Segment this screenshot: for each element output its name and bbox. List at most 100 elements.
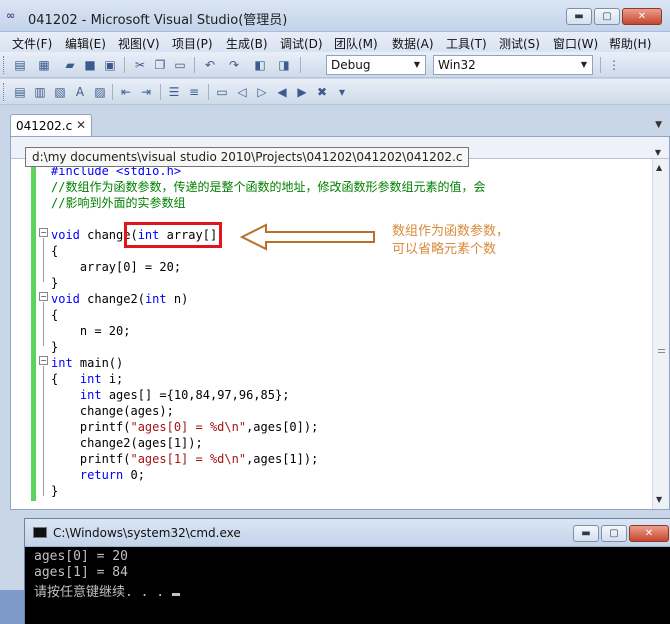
code-text: ,ages[0]); — [246, 420, 319, 434]
redo-icon[interactable]: ↷ — [226, 57, 242, 73]
console-window[interactable]: C:\Windows\system32\cmd.exe ▬ ▢ ✕ ages[0… — [24, 518, 670, 624]
console-output: ages[0] = 20 ages[1] = 84 请按任意键继续. . . — [25, 547, 670, 624]
code-text: { — [51, 308, 59, 322]
solution-platform-value: Win32 — [438, 58, 476, 72]
parameter-highlight-box — [124, 222, 222, 248]
scroll-up-icon[interactable]: ▲ — [656, 163, 662, 172]
code-text: } — [51, 340, 59, 354]
new-project-icon[interactable]: ▤ — [12, 57, 28, 73]
vertical-scrollbar[interactable]: ▲ ▼ — [652, 159, 669, 509]
code-string: "ages[1] = %d\n" — [130, 452, 247, 466]
toolbar-separator — [300, 57, 301, 73]
console-close-button[interactable]: ✕ — [629, 525, 669, 542]
decrease-indent-icon[interactable]: ⇤ — [118, 84, 134, 100]
add-item-icon[interactable]: ▦ — [36, 57, 52, 73]
collapse-change2-icon[interactable]: − — [39, 292, 48, 301]
console-line: ages[0] = 20 — [34, 549, 128, 564]
previous-bookmark-folder-icon[interactable]: ◀ — [274, 84, 290, 100]
menu-file[interactable]: 文件(F) — [12, 35, 52, 52]
menu-test[interactable]: 测试(S) — [499, 35, 540, 52]
window-title: 041202 - Microsoft Visual Studio(管理员) — [28, 13, 288, 28]
clear-bookmarks-icon[interactable]: ✖ — [314, 84, 330, 100]
code-text: ages[] ={10,84,97,96,85}; — [101, 388, 290, 402]
menu-help[interactable]: 帮助(H) — [609, 35, 651, 52]
annotation-line-1: 数组作为函数参数， — [392, 224, 510, 239]
code-text: array[0] = 20; — [51, 260, 182, 274]
menu-window[interactable]: 窗口(W) — [553, 35, 598, 52]
menu-data[interactable]: 数据(A) — [392, 35, 434, 52]
toolbar-separator — [194, 57, 195, 73]
next-bookmark-folder-icon[interactable]: ▶ — [294, 84, 310, 100]
console-line: 请按任意键继续. . . — [34, 585, 172, 600]
toggle-comment-icon[interactable]: ▨ — [92, 84, 108, 100]
undo-icon[interactable]: ↶ — [202, 57, 218, 73]
menu-tools[interactable]: 工具(T) — [446, 35, 487, 52]
solution-configuration-select[interactable]: Debug ▼ — [326, 55, 426, 75]
console-maximize-button[interactable]: ▢ — [601, 525, 627, 542]
uncomment-icon[interactable]: ≡ — [186, 84, 202, 100]
chevron-down-icon: ▼ — [413, 60, 421, 69]
open-file-icon[interactable]: ▰ — [62, 57, 78, 73]
console-title: C:\Windows\system32\cmd.exe — [53, 526, 241, 540]
paste-icon[interactable]: ▭ — [172, 57, 188, 73]
active-files-dropdown-icon[interactable]: ▼ — [655, 120, 662, 130]
toolbar-grip[interactable] — [3, 56, 6, 74]
tab-041202-c[interactable]: 041202.c ✕ — [10, 114, 92, 136]
console-minimize-button[interactable]: ▬ — [573, 525, 599, 542]
code-text: i; — [101, 372, 124, 386]
changed-lines-marker — [31, 161, 36, 501]
visual-studio-logo-icon: ∞ — [6, 9, 16, 22]
code-keyword: return — [79, 468, 124, 482]
code-keyword: int — [51, 356, 73, 370]
menu-view[interactable]: 视图(V) — [118, 35, 160, 52]
text-editor-toolbar: ▤ ▥ ▧ A ▨ ⇤ ⇥ ☰ ≡ ▭ ◁ ▷ ◀ ▶ ✖ ▾ — [0, 79, 670, 105]
standard-toolbar: ▤ ▦ ▰ ■ ▣ ✂ ❐ ▭ ↶ ↷ ◧ ◨ Debug ▼ Win32 ▼ … — [0, 52, 670, 123]
menu-edit[interactable]: 编辑(E) — [65, 35, 106, 52]
code-keyword: void — [51, 228, 80, 242]
toolbar-overflow-icon[interactable]: ⋮ — [606, 57, 622, 73]
annotation-line-2: 可以省略元素个数 — [392, 242, 497, 257]
toolbar-separator — [112, 84, 113, 100]
menu-bar: 文件(F) 编辑(E) 视图(V) 项目(P) 生成(B) 调试(D) 团队(M… — [0, 32, 670, 52]
close-tab-icon[interactable]: ✕ — [76, 118, 86, 132]
scroll-down-icon[interactable]: ▼ — [656, 495, 662, 504]
code-text: main() — [72, 356, 124, 370]
solution-platform-select[interactable]: Win32 ▼ — [433, 55, 593, 75]
code-text: ,ages[1]); — [246, 452, 319, 466]
display-word-completion-icon[interactable]: A — [72, 84, 88, 100]
collapse-main-icon[interactable]: − — [39, 356, 48, 365]
maximize-button[interactable]: ▢ — [594, 8, 620, 25]
code-editor[interactable]: ▼ − − − #include <stdio.h> //数组作为函数参数，传递… — [10, 136, 670, 510]
display-quick-info-icon[interactable]: ▧ — [52, 84, 68, 100]
toggle-bookmark-icon[interactable]: ▭ — [214, 84, 230, 100]
fold-guide — [43, 366, 44, 496]
menu-project[interactable]: 项目(P) — [172, 35, 213, 52]
navigate-backward-icon[interactable]: ◧ — [252, 57, 268, 73]
save-all-icon[interactable]: ▣ — [102, 57, 118, 73]
scrollbar-grip[interactable] — [658, 349, 665, 353]
solution-configuration-value: Debug — [331, 58, 371, 72]
display-parameter-info-icon[interactable]: ▥ — [32, 84, 48, 100]
toolbar-grip[interactable] — [3, 83, 6, 101]
increase-indent-icon[interactable]: ⇥ — [138, 84, 154, 100]
display-object-member-list-icon[interactable]: ▤ — [12, 84, 28, 100]
navigate-forward-icon[interactable]: ◨ — [276, 57, 292, 73]
next-bookmark-icon[interactable]: ▷ — [254, 84, 270, 100]
menu-build[interactable]: 生成(B) — [226, 35, 268, 52]
save-icon[interactable]: ■ — [82, 57, 98, 73]
menu-debug[interactable]: 调试(D) — [280, 35, 323, 52]
comment-out-icon[interactable]: ☰ — [166, 84, 182, 100]
chevron-down-icon[interactable]: ▼ — [655, 148, 661, 157]
collapse-change-icon[interactable]: − — [39, 228, 48, 237]
copy-icon[interactable]: ❐ — [152, 57, 168, 73]
minimize-button[interactable]: ▬ — [566, 8, 592, 25]
background-strip — [0, 590, 24, 624]
close-button[interactable]: ✕ — [622, 8, 662, 25]
menu-team[interactable]: 团队(M) — [334, 35, 378, 52]
previous-bookmark-icon[interactable]: ◁ — [234, 84, 250, 100]
toolbar-overflow-icon[interactable]: ▾ — [334, 84, 350, 100]
cut-icon[interactable]: ✂ — [132, 57, 148, 73]
toolbar-separator — [124, 57, 125, 73]
